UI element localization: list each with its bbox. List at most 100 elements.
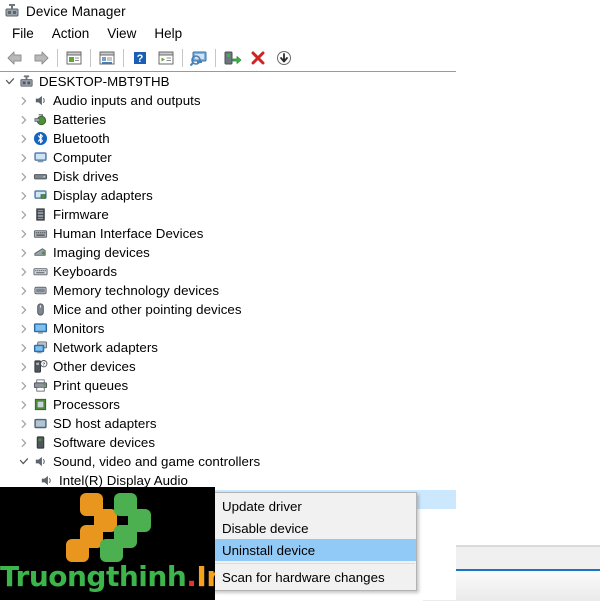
properties-button[interactable] — [94, 46, 120, 70]
tree-item-batteries[interactable]: Batteries — [0, 110, 456, 129]
help-button[interactable]: ? — [127, 46, 153, 70]
tree-item-imaging-devices[interactable]: Imaging devices — [0, 243, 456, 262]
logo-tile-orange-4 — [66, 539, 89, 562]
chevron-right-icon[interactable] — [16, 300, 32, 319]
chevron-right-icon[interactable] — [16, 167, 32, 186]
other-device-icon: ? — [32, 357, 49, 376]
tree-item-human-interface-devices[interactable]: Human Interface Devices — [0, 224, 456, 243]
computer-icon — [32, 148, 49, 167]
chevron-right-icon[interactable] — [16, 205, 32, 224]
chevron-right-icon[interactable] — [16, 262, 32, 281]
sd-host-adapter-icon — [32, 414, 49, 433]
menu-file[interactable]: File — [3, 24, 43, 43]
tree-root-item[interactable]: DESKTOP-MBT9THB — [0, 72, 456, 91]
mouse-icon — [32, 300, 49, 319]
tree-item-label: Keyboards — [53, 264, 118, 279]
menu-bar: File Action View Help — [0, 22, 456, 45]
tree-item-label: Imaging devices — [53, 245, 150, 260]
battery-icon — [32, 110, 49, 129]
show-hide-console-tree-button[interactable] — [61, 46, 87, 70]
chevron-right-icon[interactable] — [16, 319, 32, 338]
chevron-right-icon[interactable] — [16, 224, 32, 243]
tree-item-audio-inputs-and-outputs[interactable]: Audio inputs and outputs — [0, 91, 456, 110]
disable-device-button[interactable] — [271, 46, 297, 70]
context-menu-item-uninstall-device[interactable]: Uninstall device — [213, 539, 416, 561]
update-driver-button[interactable] — [219, 46, 245, 70]
tree-item-memory-technology-devices[interactable]: Memory technology devices — [0, 281, 456, 300]
tree-item-label: Processors — [53, 397, 121, 412]
chevron-right-icon[interactable] — [16, 395, 32, 414]
tree-item-sound-video-and-game-controllers[interactable]: Sound, video and game controllers — [0, 452, 456, 471]
tree-item-other-devices[interactable]: ? Other devices — [0, 357, 456, 376]
memory-device-icon — [32, 281, 49, 300]
disk-drive-icon — [32, 167, 49, 186]
tree-item-label: Network adapters — [53, 340, 159, 355]
tree-item-bluetooth[interactable]: Bluetooth — [0, 129, 456, 148]
tree-item-label: Software devices — [53, 435, 156, 450]
tree-item-label: Display adapters — [53, 188, 153, 203]
chevron-right-icon[interactable] — [16, 129, 32, 148]
tree-item-display-adapters[interactable]: Display adapters — [0, 186, 456, 205]
monitor-icon — [32, 319, 49, 338]
tree-item-label: Bluetooth — [53, 131, 110, 146]
chevron-right-icon[interactable] — [16, 91, 32, 110]
tree-item-label: SD host adapters — [53, 416, 157, 431]
chevron-right-icon[interactable] — [16, 186, 32, 205]
window-title: Device Manager — [26, 3, 126, 19]
chevron-right-icon[interactable] — [16, 433, 32, 452]
software-device-icon — [32, 433, 49, 452]
chevron-right-icon[interactable] — [16, 414, 32, 433]
tree-item-label: Batteries — [53, 112, 106, 127]
imaging-device-icon — [32, 243, 49, 262]
tree-item-mice-and-other-pointing-devices[interactable]: Mice and other pointing devices — [0, 300, 456, 319]
uninstall-device-button[interactable] — [245, 46, 271, 70]
show-hide-action-pane-button[interactable] — [153, 46, 179, 70]
svg-text:?: ? — [137, 53, 144, 65]
tree-item-label: Human Interface Devices — [53, 226, 204, 241]
tree-item-sd-host-adapters[interactable]: SD host adapters — [0, 414, 456, 433]
device-manager-icon — [4, 3, 20, 19]
tree-item-print-queues[interactable]: Print queues — [0, 376, 456, 395]
chevron-right-icon[interactable] — [16, 110, 32, 129]
chevron-right-icon[interactable] — [16, 243, 32, 262]
chevron-right-icon[interactable] — [16, 338, 32, 357]
tree-item-label: Memory technology devices — [53, 283, 220, 298]
toolbar-separator — [123, 49, 124, 67]
menu-view[interactable]: View — [98, 24, 145, 43]
tree-item-monitors[interactable]: Monitors — [0, 319, 456, 338]
menu-help[interactable]: Help — [145, 24, 191, 43]
tree-item-computer[interactable]: Computer — [0, 148, 456, 167]
chevron-down-icon[interactable] — [2, 72, 18, 91]
logo-tile-green-4 — [100, 539, 123, 562]
tree-item-label: Audio inputs and outputs — [53, 93, 201, 108]
scan-for-hardware-changes-button[interactable] — [186, 46, 212, 70]
chevron-down-icon[interactable] — [16, 452, 32, 471]
context-menu-item-disable-device[interactable]: Disable device — [213, 517, 416, 539]
tree-item-software-devices[interactable]: Software devices — [0, 433, 456, 452]
back-button[interactable] — [2, 46, 28, 70]
watermark-overlay: Truongthinh.Info — [0, 487, 215, 600]
tree-item-label: Firmware — [53, 207, 109, 222]
chevron-right-icon[interactable] — [16, 357, 32, 376]
tree-item-network-adapters[interactable]: Network adapters — [0, 338, 456, 357]
hid-icon — [32, 224, 49, 243]
tree-item-label: Disk drives — [53, 169, 119, 184]
chevron-right-icon[interactable] — [16, 376, 32, 395]
toolbar-separator — [90, 49, 91, 67]
display-adapter-icon — [32, 186, 49, 205]
tree-item-label: Intel(R) Display Audio — [59, 473, 188, 488]
tree-item-label: Sound, video and game controllers — [53, 454, 261, 469]
tree-item-keyboards[interactable]: Keyboards — [0, 262, 456, 281]
toolbar: ? — [0, 45, 456, 72]
menu-action[interactable]: Action — [43, 24, 99, 43]
tree-item-disk-drives[interactable]: Disk drives — [0, 167, 456, 186]
forward-button[interactable] — [28, 46, 54, 70]
chevron-right-icon[interactable] — [16, 148, 32, 167]
context-menu-item-scan-for-hardware-changes[interactable]: Scan for hardware changes — [213, 566, 416, 588]
watermark-logo — [55, 491, 155, 562]
tree-root-label: DESKTOP-MBT9THB — [39, 74, 170, 89]
tree-item-firmware[interactable]: Firmware — [0, 205, 456, 224]
context-menu-item-update-driver[interactable]: Update driver — [213, 495, 416, 517]
tree-item-processors[interactable]: Processors — [0, 395, 456, 414]
chevron-right-icon[interactable] — [16, 281, 32, 300]
